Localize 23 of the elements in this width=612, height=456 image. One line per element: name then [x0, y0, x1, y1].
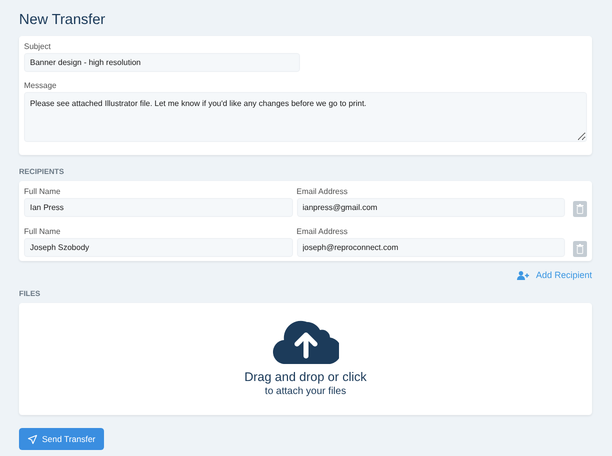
page-title: New Transfer [19, 11, 106, 30]
message-field[interactable]: Please see attached Illustrator file. Let me know if you'd like any changes before we go to print. [24, 92, 587, 142]
field-label: Email Address [296, 226, 349, 236]
dropzone-title: Drag and drop or click [244, 369, 367, 385]
text-field[interactable]: Banner design - high resolution [24, 53, 300, 72]
field-label: Message [24, 80, 58, 91]
field-label: Email Address [296, 186, 349, 196]
text-field[interactable]: Ian Press [24, 198, 292, 216]
text-field[interactable]: Joseph Szobody [24, 238, 292, 256]
text-field[interactable]: ianpress@gmail.com [296, 198, 565, 216]
trash-icon [576, 204, 584, 214]
dropzone-subtitle: to attach your files [264, 385, 346, 399]
file-dropzone[interactable]: Drag and drop or click to attach your files [19, 303, 592, 415]
field-label: Full Name [24, 186, 62, 196]
field-label: Full Name [24, 226, 62, 236]
trash-icon [576, 244, 584, 254]
text-field[interactable]: joseph@reproconnect.com [296, 238, 565, 256]
upload-cloud-icon [272, 319, 338, 364]
add-user-icon [516, 270, 530, 280]
field-label: Subject [24, 41, 52, 52]
delete-button[interactable] [573, 240, 587, 256]
paper-plane-icon [28, 434, 37, 444]
delete-button[interactable] [573, 200, 587, 216]
